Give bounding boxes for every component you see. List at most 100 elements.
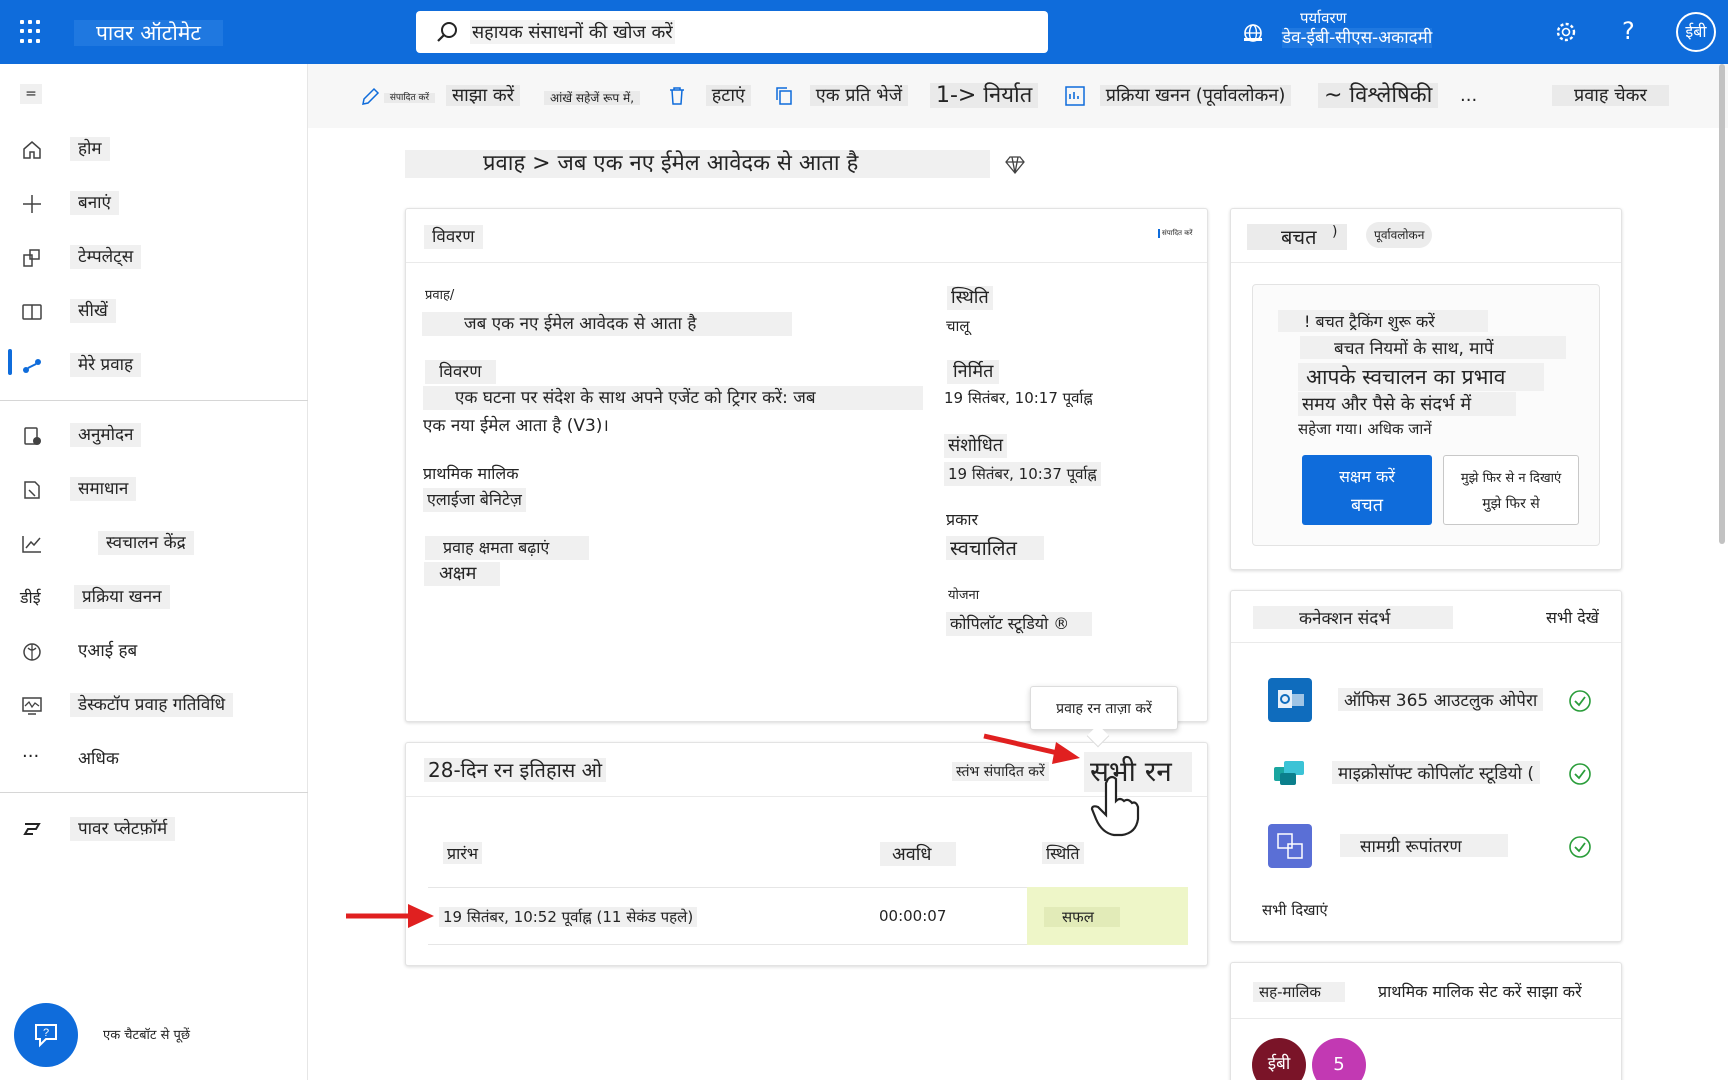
- more-commands-button[interactable]: ...: [1460, 84, 1477, 108]
- delete-label: हटाएं: [705, 85, 751, 106]
- save-as-label: आंखें सहेजें रूप में,: [544, 91, 641, 105]
- sidebar-item-process-mining[interactable]: डीई प्रक्रिया खनन: [0, 576, 308, 616]
- delete-button[interactable]: हटाएं: [668, 84, 751, 108]
- edit-columns-button[interactable]: स्तंभ संपादित करें: [952, 762, 1049, 781]
- approvals-icon: [24, 427, 41, 445]
- connection-item[interactable]: सामग्री रूपांतरण: [1252, 824, 1622, 870]
- column-header-start[interactable]: प्रारंभ: [443, 842, 483, 864]
- export-label: 1-> निर्यात: [930, 83, 1039, 108]
- send-copy-button[interactable]: एक प्रति भेजें: [774, 84, 909, 108]
- page-title: प्रवाह > जब एक नए ईमेल आवेदक से आता है: [405, 150, 990, 178]
- plan-label: योजना: [948, 588, 980, 603]
- dont-show-label: मुझे फिर से न दिखाएं: [1460, 471, 1562, 486]
- created-label: निर्मित: [947, 360, 1000, 384]
- analytics-button[interactable]: ~ विश्लेषिकी: [1318, 83, 1439, 108]
- plus-icon: [23, 195, 41, 213]
- sidebar-item-templates[interactable]: टेम्पलेट्स: [0, 236, 308, 276]
- run-start-time[interactable]: 19 सितंबर, 10:52 पूर्वाह्न (11 सेकंड पहल…: [439, 907, 698, 927]
- sidebar-item-automation-center[interactable]: स्वचालन केंद्र: [0, 522, 308, 562]
- sidebar-item-label: एआई हब: [78, 641, 138, 661]
- sidebar-item-create[interactable]: बनाएं: [0, 182, 308, 222]
- send-copy-label: एक प्रति भेजें: [809, 85, 909, 106]
- column-header-status[interactable]: स्थिति: [1042, 842, 1084, 864]
- sidebar-item-ai-hub[interactable]: एआई हब: [0, 630, 308, 670]
- sidebar-item-approvals[interactable]: अनुमोदन: [0, 414, 308, 454]
- savings-promo-line2: बचत नियमों के साथ, मापें: [1300, 336, 1566, 359]
- user-avatar[interactable]: ईबी: [1676, 12, 1716, 52]
- share-button[interactable]: साझा करें: [446, 84, 521, 108]
- show-all-connections-link[interactable]: सभी दिखाएं: [1262, 900, 1328, 920]
- book-icon: [22, 304, 42, 320]
- details-edit-link[interactable]: संपादित करें: [1158, 229, 1193, 238]
- hand-cursor-icon: [1090, 775, 1140, 837]
- sidebar-item-home[interactable]: होम: [0, 128, 308, 168]
- status-label: स्थिति: [947, 286, 993, 310]
- enable-savings-button[interactable]: सक्षम करें बचत: [1302, 455, 1432, 525]
- sidebar-item-label: टेम्पलेट्स: [70, 245, 142, 269]
- sidebar-item-label: सीखें: [70, 299, 116, 323]
- sidebar-item-power-platform[interactable]: पावर प्लेटफ़ॉर्म: [0, 808, 308, 848]
- ai-hub-icon: [23, 643, 41, 661]
- analytics-label: ~ विश्लेषिकी: [1318, 83, 1439, 108]
- sidebar-item-learn[interactable]: सीखें: [0, 290, 308, 330]
- primary-owner-value: एलाईजा बेनिटेज़: [423, 488, 526, 512]
- chatbot-button[interactable]: ?: [14, 1003, 78, 1067]
- co-owners-title: सह-मालिक: [1253, 982, 1345, 1002]
- collapse-nav-button[interactable]: =: [20, 84, 42, 104]
- search-box[interactable]: सहायक संसाधनों की खोज करें: [416, 11, 1048, 53]
- flow-checker-button[interactable]: प्रवाह चेकर: [1552, 84, 1669, 108]
- environment-icon[interactable]: [1242, 22, 1264, 44]
- check-circle-icon: [1569, 836, 1591, 858]
- see-all-connections-link[interactable]: सभी देखें: [1546, 606, 1599, 628]
- refresh-runs-tooltip: प्रवाह रन ताज़ा करें: [1030, 686, 1178, 730]
- description-value-line2: एक नया ईमेल आता है (V3)।: [423, 416, 609, 436]
- copy-icon: [776, 87, 792, 105]
- edit-button[interactable]: संपादित करें: [360, 84, 436, 110]
- sidebar-item-label: बनाएं: [70, 191, 119, 215]
- chart-icon: [22, 536, 41, 553]
- dont-show-again-button[interactable]: मुझे फिर से न दिखाएं मुझे फिर से: [1443, 455, 1579, 525]
- save-as-button[interactable]: आंखें सहेजें रूप में,: [544, 86, 641, 110]
- copilot-studio-icon: [1268, 751, 1312, 795]
- nav-divider: [0, 400, 308, 401]
- help-icon[interactable]: ?: [1622, 17, 1635, 45]
- flow-checker-label: प्रवाह चेकर: [1552, 85, 1669, 106]
- flow-capacity-label: प्रवाह क्षमता बढ़ाएं: [425, 536, 589, 560]
- process-mining-label: प्रक्रिया खनन (पूर्वावलोकन): [1099, 85, 1292, 106]
- sidebar-item-label: प्रक्रिया खनन: [74, 585, 170, 609]
- process-mining-icon: [1065, 86, 1085, 106]
- monitor-icon: [22, 697, 42, 715]
- chatbot-label[interactable]: एक चैटबॉट से पूछें: [103, 1025, 190, 1043]
- run-history-title: 28-दिन रन इतिहास ओ: [424, 758, 607, 782]
- co-owner-actions[interactable]: प्राथमिक मालिक सेट करें साझा करें: [1378, 980, 1582, 1002]
- sidebar-item-more[interactable]: ··· अधिक: [0, 738, 308, 778]
- environment-name[interactable]: डेव-ईबी-सीएस-अकादमी: [1282, 28, 1433, 48]
- sidebar-item-desktop-flow-activity[interactable]: डेस्कटॉप प्रवाह गतिविधि: [0, 684, 308, 724]
- sidebar-item-solutions[interactable]: समाधान: [0, 468, 308, 508]
- chat-help-icon: ?: [35, 1024, 57, 1048]
- connection-name: सामग्री रूपांतरण: [1340, 834, 1508, 857]
- dont-show-sublabel: मुझे फिर से: [1482, 496, 1540, 512]
- app-launcher-icon[interactable]: [20, 20, 44, 44]
- search-icon: [437, 22, 457, 42]
- column-header-duration[interactable]: अवधि: [880, 842, 956, 866]
- gear-icon[interactable]: [1554, 20, 1578, 44]
- savings-title-paren: ): [1332, 224, 1338, 240]
- preview-badge: पूर्वावलोकन: [1366, 222, 1433, 248]
- nav-divider: [0, 792, 308, 793]
- sidebar-item-label: स्वचालन केंद्र: [98, 531, 194, 555]
- page-scrollbar[interactable]: [1719, 64, 1725, 544]
- edit-label: संपादित करें: [383, 93, 436, 103]
- app-title[interactable]: पावर ऑटोमेट: [74, 20, 223, 46]
- search-input[interactable]: सहायक संसाधनों की खोज करें: [470, 20, 675, 44]
- flow-icon: [23, 359, 41, 373]
- details-header: विवरण: [424, 225, 483, 249]
- process-mining-icon: डीई: [20, 588, 41, 607]
- command-bar: संपादित करें साझा करें आंखें सहेजें रूप …: [308, 64, 1728, 128]
- process-mining-button[interactable]: प्रक्रिया खनन (पूर्वावलोकन): [1064, 84, 1292, 108]
- sidebar-item-my-flows[interactable]: मेरे प्रवाह: [0, 344, 308, 384]
- connection-item[interactable]: ऑफिस 365 आउटलुक ओपेरा: [1252, 678, 1622, 724]
- export-button[interactable]: 1-> निर्यात: [930, 83, 1039, 108]
- connection-item[interactable]: माइक्रोसॉफ्ट कोपिलॉट स्टूडियो (: [1252, 751, 1622, 797]
- savings-promo-line5[interactable]: सहेजा गया। अधिक जानें: [1298, 419, 1432, 439]
